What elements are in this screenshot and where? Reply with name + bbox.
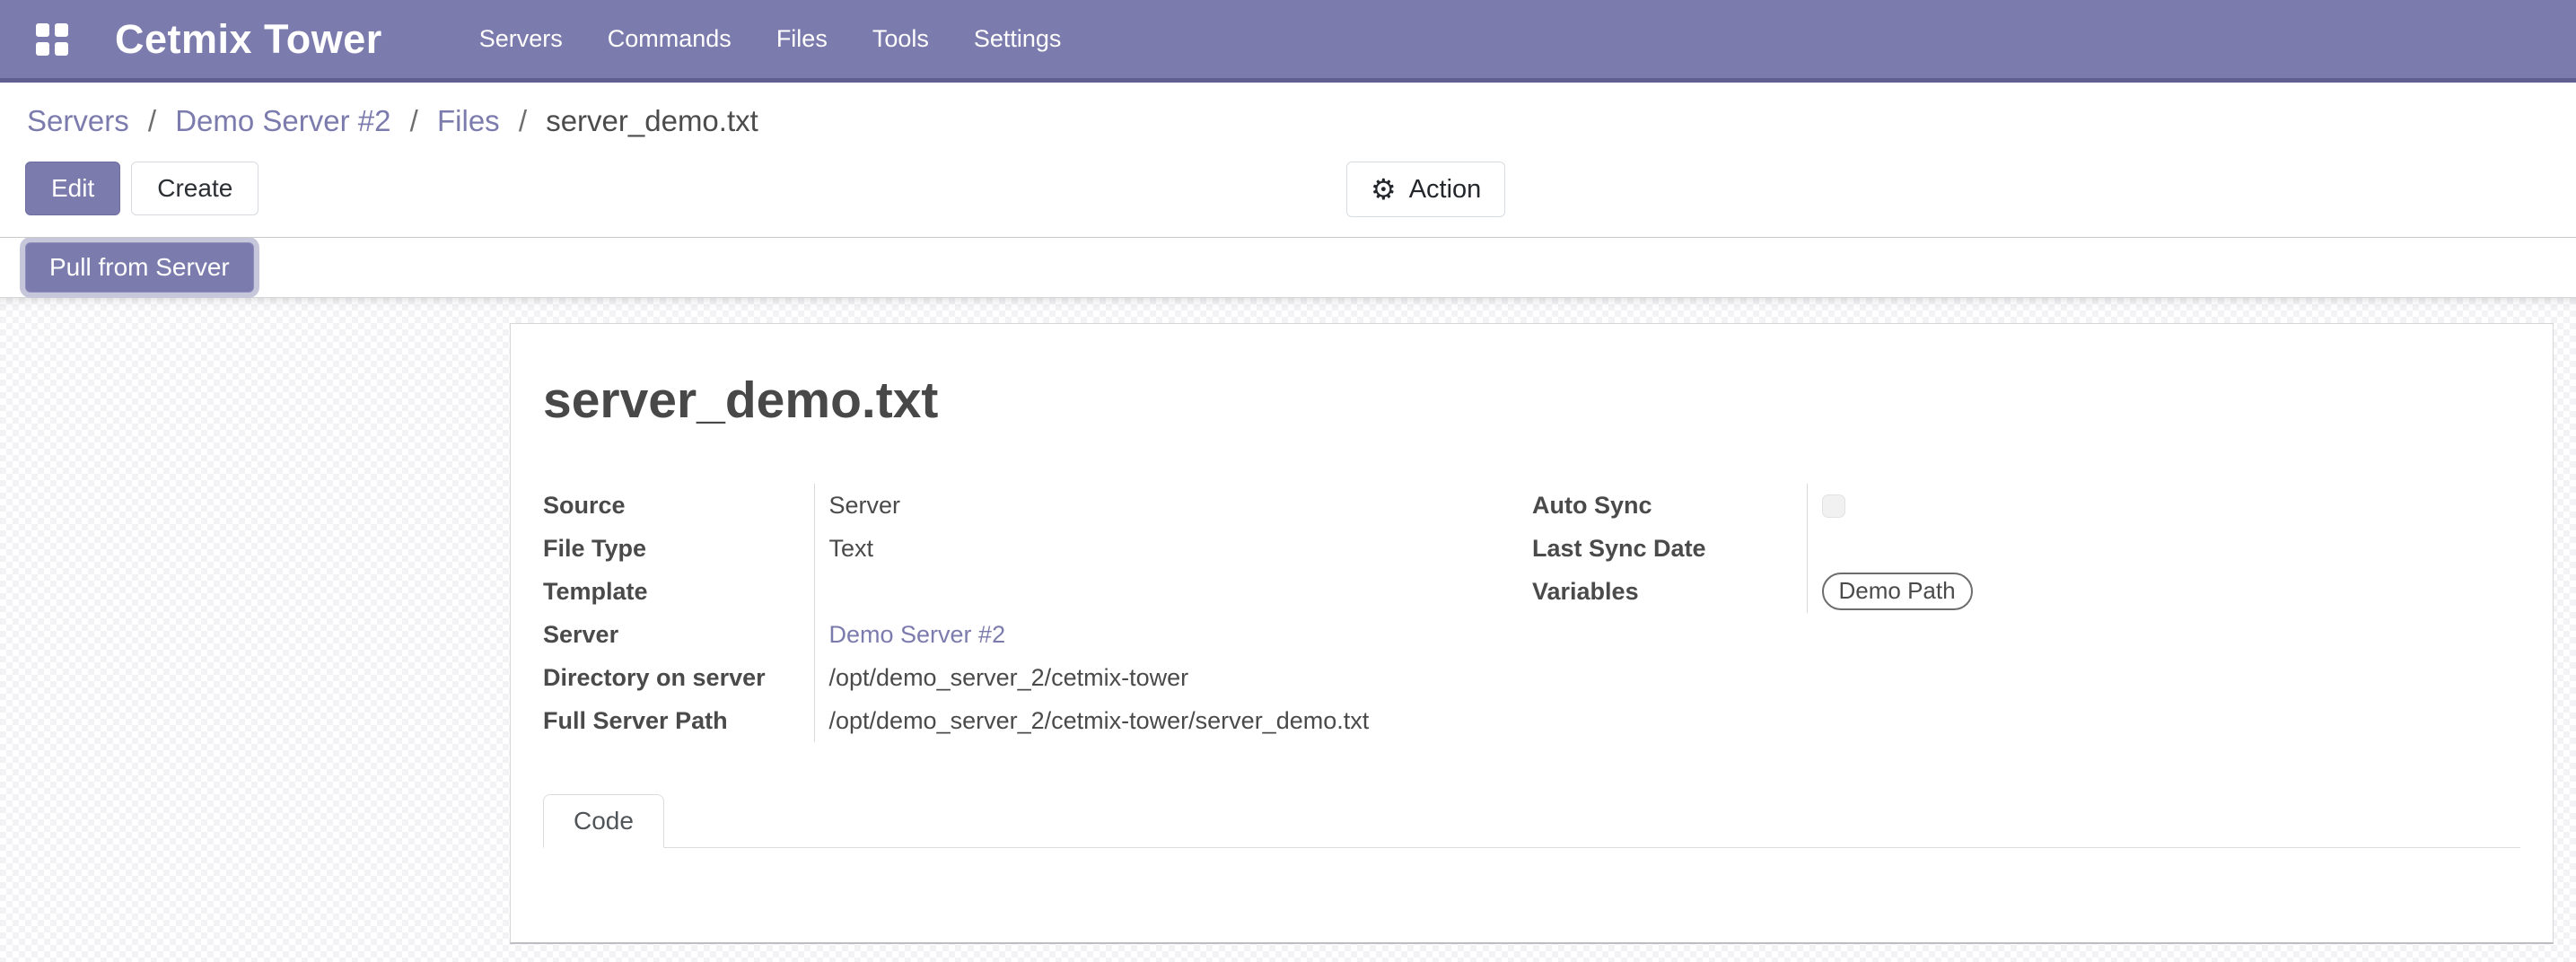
menu-item-files[interactable]: Files xyxy=(776,25,828,53)
breadcrumb-link-servers[interactable]: Servers xyxy=(27,104,129,137)
pull-from-server-button[interactable]: Pull from Server xyxy=(25,242,254,293)
record-title: server_demo.txt xyxy=(543,371,938,430)
field-value-full-server-path: /opt/demo_server_2/cetmix-tower/server_d… xyxy=(814,699,1442,742)
breadcrumb-separator: / xyxy=(508,104,538,137)
apps-grid-square xyxy=(55,23,68,37)
field-row-directory: Directory on server /opt/demo_server_2/c… xyxy=(543,656,1442,699)
gear-icon: ⚙ xyxy=(1371,175,1397,204)
control-panel: Servers / Demo Server #2 / Files / serve… xyxy=(0,83,2576,238)
field-row-template: Template xyxy=(543,570,1442,613)
menu-item-commands[interactable]: Commands xyxy=(608,25,732,53)
breadcrumb-current: server_demo.txt xyxy=(546,104,758,137)
menu-item-settings[interactable]: Settings xyxy=(974,25,1062,53)
menu-item-servers[interactable]: Servers xyxy=(479,25,563,53)
auto-sync-checkbox[interactable] xyxy=(1822,494,1845,518)
tab-code[interactable]: Code xyxy=(543,794,664,848)
field-value-last-sync-date xyxy=(1807,527,2184,570)
breadcrumb-link-files[interactable]: Files xyxy=(437,104,500,137)
app-brand-title[interactable]: Cetmix Tower xyxy=(115,16,382,63)
field-group-left: Source Server File Type Text Template Se… xyxy=(543,484,1442,742)
field-group-right: Auto Sync Last Sync Date Variables Demo … xyxy=(1532,484,2184,613)
field-label-directory: Directory on server xyxy=(543,656,814,699)
field-row-full-server-path: Full Server Path /opt/demo_server_2/cetm… xyxy=(543,699,1442,742)
field-label-auto-sync: Auto Sync xyxy=(1532,484,1807,527)
field-label-source: Source xyxy=(543,484,814,527)
main-menu: Servers Commands Files Tools Settings xyxy=(479,25,1062,53)
field-value-file-type: Text xyxy=(814,527,1442,570)
field-label-template: Template xyxy=(543,570,814,613)
form-view-background: server_demo.txt Source Server File Type … xyxy=(0,298,2576,962)
variable-tag-demo-path[interactable]: Demo Path xyxy=(1822,573,1973,611)
edit-button[interactable]: Edit xyxy=(25,162,120,215)
apps-grid-icon[interactable] xyxy=(36,23,68,56)
form-sheet: server_demo.txt Source Server File Type … xyxy=(510,323,2554,944)
action-menu-button[interactable]: ⚙ Action xyxy=(1346,162,1505,217)
field-row-last-sync-date: Last Sync Date xyxy=(1532,527,2184,570)
statusbar: Pull from Server xyxy=(0,238,2576,298)
field-label-variables: Variables xyxy=(1532,570,1807,613)
notebook-tabs: Code xyxy=(543,794,2520,848)
create-button[interactable]: Create xyxy=(131,162,258,215)
form-buttons: Edit Create xyxy=(25,162,258,215)
field-row-file-type: File Type Text xyxy=(543,527,1442,570)
field-value-template xyxy=(814,570,1442,613)
field-label-file-type: File Type xyxy=(543,527,814,570)
field-value-directory: /opt/demo_server_2/cetmix-tower xyxy=(814,656,1442,699)
breadcrumb: Servers / Demo Server #2 / Files / serve… xyxy=(0,83,2576,138)
apps-grid-square xyxy=(36,42,49,56)
field-value-source: Server xyxy=(814,484,1442,527)
breadcrumb-separator: / xyxy=(137,104,167,137)
field-value-server-link[interactable]: Demo Server #2 xyxy=(829,621,1006,648)
menu-item-tools[interactable]: Tools xyxy=(872,25,929,53)
action-menu-label: Action xyxy=(1409,175,1482,205)
field-row-variables: Variables Demo Path xyxy=(1532,570,2184,613)
field-row-auto-sync: Auto Sync xyxy=(1532,484,2184,527)
breadcrumb-separator: / xyxy=(399,104,429,137)
field-label-full-server-path: Full Server Path xyxy=(543,699,814,742)
top-navbar: Cetmix Tower Servers Commands Files Tool… xyxy=(0,0,2576,83)
breadcrumb-link-demo-server-2[interactable]: Demo Server #2 xyxy=(175,104,390,137)
field-row-source: Source Server xyxy=(543,484,1442,527)
apps-grid-square xyxy=(36,23,49,37)
field-label-server: Server xyxy=(543,613,814,656)
field-label-last-sync-date: Last Sync Date xyxy=(1532,527,1807,570)
field-row-server: Server Demo Server #2 xyxy=(543,613,1442,656)
apps-grid-square xyxy=(55,42,68,56)
